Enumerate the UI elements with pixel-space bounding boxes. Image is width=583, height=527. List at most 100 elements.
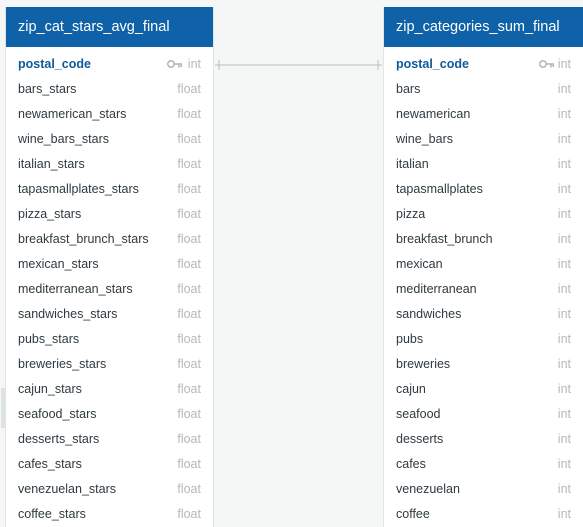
key-icon	[539, 60, 555, 68]
key-icon	[167, 60, 183, 68]
column-type: float	[177, 307, 201, 321]
column-row[interactable]: mediterranean_stars float	[6, 277, 213, 302]
column-type: float	[177, 132, 201, 146]
column-type: float	[177, 207, 201, 221]
column-name: sandwiches	[396, 307, 462, 321]
column-row[interactable]: tapasmallplates_stars float	[6, 177, 213, 202]
column-row[interactable]: mexican int	[384, 252, 583, 277]
column-name: pubs_stars	[18, 332, 80, 346]
column-row[interactable]: wine_bars_stars float	[6, 127, 213, 152]
column-type: int	[557, 107, 571, 121]
column-row[interactable]: tapasmallplates int	[384, 177, 583, 202]
column-type: float	[177, 157, 201, 171]
column-type: int	[557, 407, 571, 421]
column-type: int	[557, 432, 571, 446]
column-type: int	[557, 132, 571, 146]
column-row[interactable]: mediterranean int	[384, 277, 583, 302]
column-name: pubs	[396, 332, 424, 346]
column-row[interactable]: breakfast_brunch_stars float	[6, 227, 213, 252]
column-type: int	[557, 207, 571, 221]
column-name: wine_bars	[396, 132, 453, 146]
column-row[interactable]: wine_bars int	[384, 127, 583, 152]
column-list: postal_code int bars_stars float newamerican…	[6, 47, 213, 527]
column-row[interactable]: desserts int	[384, 427, 583, 452]
column-name: desserts	[396, 432, 444, 446]
column-type: float	[177, 407, 201, 421]
column-row[interactable]: venezuelan int	[384, 477, 583, 502]
column-row[interactable]: sandwiches_stars float	[6, 302, 213, 327]
column-type: float	[177, 457, 201, 471]
column-row[interactable]: venezuelan_stars float	[6, 477, 213, 502]
column-name: breweries_stars	[18, 357, 107, 371]
column-row[interactable]: breweries_stars float	[6, 352, 213, 377]
column-name: pizza_stars	[18, 207, 82, 221]
column-row[interactable]: breweries int	[384, 352, 583, 377]
column-type: int	[557, 57, 571, 71]
column-name: seafood	[396, 407, 441, 421]
column-name: cajun_stars	[18, 382, 82, 396]
column-row[interactable]: bars_stars float	[6, 77, 213, 102]
column-name: newamerican	[396, 107, 471, 121]
column-row[interactable]: pubs int	[384, 327, 583, 352]
table-zip-categories-sum-final[interactable]: zip_categories_sum_final postal_code int b…	[383, 7, 583, 527]
primary-key-column-row[interactable]: postal_code int	[6, 52, 213, 77]
column-row[interactable]: pizza_stars float	[6, 202, 213, 227]
column-row[interactable]: mexican_stars float	[6, 252, 213, 277]
primary-key-column-row[interactable]: postal_code int	[384, 52, 583, 77]
column-name: wine_bars_stars	[18, 132, 110, 146]
column-row[interactable]: coffee int	[384, 502, 583, 527]
column-name: venezuelan_stars	[18, 482, 116, 496]
column-name: mexican	[396, 257, 443, 271]
column-type: int	[187, 57, 201, 71]
column-name: italian	[396, 157, 429, 171]
column-row[interactable]: italian int	[384, 152, 583, 177]
table-header[interactable]: zip_categories_sum_final	[384, 7, 583, 47]
column-row[interactable]: cafes_stars float	[6, 452, 213, 477]
column-type: int	[557, 282, 571, 296]
column-name: venezuelan	[396, 482, 460, 496]
column-row[interactable]: seafood int	[384, 402, 583, 427]
column-type: int	[557, 457, 571, 471]
column-row[interactable]: cajun_stars float	[6, 377, 213, 402]
column-row[interactable]: pizza int	[384, 202, 583, 227]
column-row[interactable]: seafood_stars float	[6, 402, 213, 427]
column-row[interactable]: pubs_stars float	[6, 327, 213, 352]
column-row[interactable]: coffee_stars float	[6, 502, 213, 527]
column-row[interactable]: newamerican int	[384, 102, 583, 127]
column-type: float	[177, 507, 201, 521]
column-type: int	[557, 307, 571, 321]
column-name: bars	[396, 82, 421, 96]
column-row[interactable]: desserts_stars float	[6, 427, 213, 452]
column-type: float	[177, 357, 201, 371]
column-type: int	[557, 182, 571, 196]
column-row[interactable]: cajun int	[384, 377, 583, 402]
column-type: float	[177, 382, 201, 396]
column-row[interactable]: breakfast_brunch int	[384, 227, 583, 252]
column-row[interactable]: italian_stars float	[6, 152, 213, 177]
column-type: float	[177, 482, 201, 496]
table-zip-cat-stars-avg-final[interactable]: zip_cat_stars_avg_final postal_code int ba…	[5, 7, 214, 527]
table-header[interactable]: zip_cat_stars_avg_final	[6, 7, 213, 47]
column-name: pizza	[396, 207, 426, 221]
column-type: int	[557, 357, 571, 371]
column-name: bars_stars	[18, 82, 77, 96]
column-type: float	[177, 232, 201, 246]
column-name: mexican_stars	[18, 257, 99, 271]
column-type: float	[177, 432, 201, 446]
column-type: int	[557, 507, 571, 521]
column-row[interactable]: sandwiches int	[384, 302, 583, 327]
column-type: int	[557, 482, 571, 496]
column-name: breweries	[396, 357, 451, 371]
column-name: mediterranean	[396, 282, 477, 296]
column-type: int	[557, 257, 571, 271]
column-name: cafes	[396, 457, 426, 471]
column-row[interactable]: newamerican_stars float	[6, 102, 213, 127]
column-row[interactable]: bars int	[384, 77, 583, 102]
column-type: int	[557, 332, 571, 346]
resize-grip[interactable]	[1, 388, 5, 428]
column-type: int	[557, 82, 571, 96]
column-type: float	[177, 257, 201, 271]
column-name: tapasmallplates	[396, 182, 483, 196]
column-row[interactable]: cafes int	[384, 452, 583, 477]
column-list: postal_code int bars int newamerican int wine_…	[384, 47, 583, 527]
